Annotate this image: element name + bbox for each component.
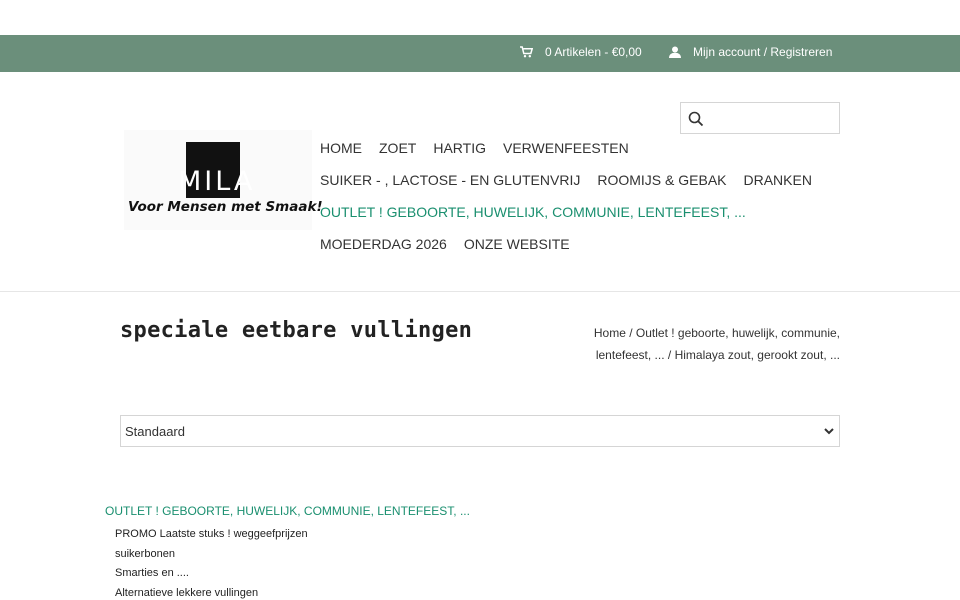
- list-item[interactable]: Smarties en ....: [115, 564, 308, 584]
- nav-onze-website[interactable]: Onze website: [464, 236, 570, 252]
- logo-tagline: Voor Mensen met Smaak!: [128, 199, 323, 215]
- search-input[interactable]: [680, 102, 840, 134]
- header-divider: [0, 291, 960, 292]
- nav-roomijs-gebak[interactable]: Roomijs & gebak: [597, 172, 726, 188]
- sort-selected-value: Standaard: [125, 424, 185, 439]
- site-logo[interactable]: MILA Voor Mensen met Smaak!: [124, 130, 323, 230]
- list-item[interactable]: Alternatieve lekkere vullingen: [115, 584, 308, 600]
- nav-zoet[interactable]: Zoet: [379, 140, 416, 156]
- breadcrumb: Home / Outlet ! geboorte, huwelijk, comm…: [540, 322, 840, 366]
- nav-outlet[interactable]: Outlet ! geboorte, huwelijk, communie, l…: [320, 204, 746, 220]
- logo-text: MILA: [178, 166, 256, 197]
- main-navigation: Home Zoet Hartig Verwenfeesten Suiker - …: [320, 132, 840, 260]
- nav-dranken[interactable]: Dranken: [744, 172, 812, 188]
- cart-label: 0 Artikelen - €0,00: [545, 45, 642, 59]
- account-link[interactable]: Mijn account / Registreren: [669, 45, 832, 59]
- chevron-down-icon: [824, 428, 834, 435]
- nav-verwenfeesten[interactable]: Verwenfeesten: [503, 140, 629, 156]
- breadcrumb-current[interactable]: Himalaya zout, gerookt zout, ...: [675, 348, 840, 362]
- cart-link[interactable]: 0 Artikelen - €0,00: [520, 45, 642, 59]
- breadcrumb-home[interactable]: Home: [594, 326, 626, 340]
- nav-row: Moederdag 2026 Onze website: [320, 228, 840, 260]
- list-item[interactable]: PROMO Laatste stuks ! weggeefprijzen: [115, 525, 308, 545]
- search-icon[interactable]: [688, 111, 704, 127]
- top-bar: 0 Artikelen - €0,00 Mijn account / Regis…: [0, 35, 960, 72]
- nav-moederdag[interactable]: Moederdag 2026: [320, 236, 447, 252]
- account-label: Mijn account / Registreren: [693, 45, 833, 59]
- nav-home[interactable]: Home: [320, 140, 362, 156]
- page-title: speciale eetbare vullingen: [120, 318, 473, 343]
- sort-select[interactable]: Standaard: [120, 415, 840, 447]
- sidebar-subcategory-list: PROMO Laatste stuks ! weggeefprijzen sui…: [115, 525, 308, 600]
- nav-suikervrij[interactable]: Suiker - , lactose - en glutenvrij: [320, 172, 580, 188]
- nav-row: Outlet ! geboorte, huwelijk, communie, l…: [320, 196, 840, 228]
- sidebar-category-outlet[interactable]: OUTLET ! GEBOORTE, HUWELIJK, COMMUNIE, L…: [105, 504, 470, 518]
- cart-icon: [520, 46, 533, 58]
- nav-hartig[interactable]: Hartig: [433, 140, 486, 156]
- user-icon: [669, 46, 681, 58]
- nav-row: Home Zoet Hartig Verwenfeesten: [320, 132, 840, 164]
- breadcrumb-separator: /: [664, 348, 675, 362]
- nav-row: Suiker - , lactose - en glutenvrij Roomi…: [320, 164, 840, 196]
- breadcrumb-separator: /: [625, 326, 636, 340]
- list-item[interactable]: suikerbonen: [115, 545, 308, 565]
